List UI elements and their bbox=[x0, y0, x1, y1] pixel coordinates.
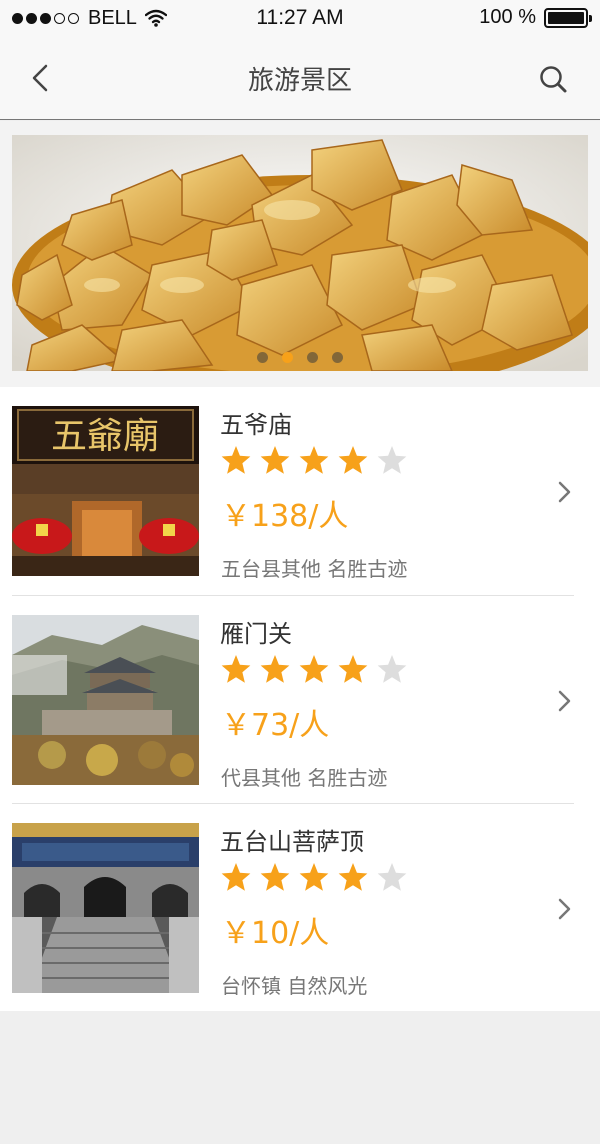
list-item[interactable]: 五台山菩萨顶 ￥10/人 台怀镇 自然风光 bbox=[0, 804, 600, 1012]
spot-location: 台怀镇 bbox=[221, 974, 281, 998]
star-rating bbox=[220, 862, 408, 892]
pager-dot[interactable] bbox=[332, 352, 343, 363]
star-filled-icon bbox=[221, 655, 251, 683]
banner-carousel[interactable] bbox=[0, 121, 600, 387]
star-filled-icon bbox=[299, 446, 329, 474]
pager-dot-active[interactable] bbox=[282, 352, 293, 363]
spot-category: 名胜古迹 bbox=[307, 766, 388, 790]
spot-thumbnail: 五爺廟 bbox=[12, 406, 199, 576]
spot-meta: 台怀镇 自然风光 bbox=[221, 970, 367, 999]
search-icon bbox=[540, 66, 567, 93]
pager-dot[interactable] bbox=[307, 352, 318, 363]
spot-thumbnail bbox=[12, 615, 199, 785]
spot-name: 雁门关 bbox=[220, 620, 292, 648]
star-filled-icon bbox=[338, 863, 368, 891]
spot-price: ￥10/人 bbox=[221, 916, 330, 951]
chevron-right-icon bbox=[558, 898, 571, 920]
star-filled-icon bbox=[260, 655, 290, 683]
spot-meta: 代县其他 名胜古迹 bbox=[221, 762, 387, 791]
star-filled-icon bbox=[221, 863, 251, 891]
scenic-spot-list: 五爺廟 五爷庙 ￥138/人 五台县其他 名胜古迹 雁门关 ￥73/人 代县其他… bbox=[0, 387, 600, 1011]
battery-percent: 100 % bbox=[479, 6, 536, 28]
star-filled-icon bbox=[338, 655, 368, 683]
carousel-pager[interactable] bbox=[0, 352, 600, 363]
search-button[interactable] bbox=[534, 60, 574, 100]
spot-category: 自然风光 bbox=[287, 974, 368, 998]
star-filled-icon bbox=[260, 863, 290, 891]
star-empty-icon bbox=[377, 446, 407, 474]
svg-text:五爺廟: 五爺廟 bbox=[51, 416, 159, 457]
pager-dot[interactable] bbox=[257, 352, 268, 363]
spot-thumbnail bbox=[12, 823, 199, 993]
star-filled-icon bbox=[221, 446, 251, 474]
nav-bar: 旅游景区 bbox=[0, 36, 600, 120]
status-bar: BELL 11:27 AM 100 % bbox=[0, 0, 600, 36]
page-title: 旅游景区 bbox=[247, 66, 352, 96]
spot-name: 五爷庙 bbox=[220, 411, 292, 439]
spot-price: ￥73/人 bbox=[221, 708, 330, 743]
spot-location: 五台县其他 bbox=[221, 557, 321, 581]
star-rating bbox=[220, 654, 408, 684]
battery-status: 100 % bbox=[479, 6, 592, 29]
list-item[interactable]: 雁门关 ￥73/人 代县其他 名胜古迹 bbox=[0, 596, 600, 804]
star-filled-icon bbox=[299, 655, 329, 683]
chevron-right-icon bbox=[558, 690, 571, 712]
star-empty-icon bbox=[377, 655, 407, 683]
star-filled-icon bbox=[260, 446, 290, 474]
chevron-right-icon bbox=[558, 481, 571, 503]
star-empty-icon bbox=[377, 863, 407, 891]
spot-meta: 五台县其他 名胜古迹 bbox=[221, 553, 407, 582]
star-filled-icon bbox=[338, 446, 368, 474]
spot-name: 五台山菩萨顶 bbox=[220, 828, 364, 856]
star-rating bbox=[220, 445, 408, 475]
banner-image[interactable] bbox=[12, 135, 588, 371]
spot-price: ￥138/人 bbox=[221, 499, 349, 534]
battery-icon bbox=[544, 7, 592, 28]
spot-category: 名胜古迹 bbox=[327, 557, 408, 581]
list-item[interactable]: 五爺廟 五爷庙 ￥138/人 五台县其他 名胜古迹 bbox=[0, 387, 600, 595]
spot-location: 代县其他 bbox=[221, 766, 301, 790]
star-filled-icon bbox=[299, 863, 329, 891]
